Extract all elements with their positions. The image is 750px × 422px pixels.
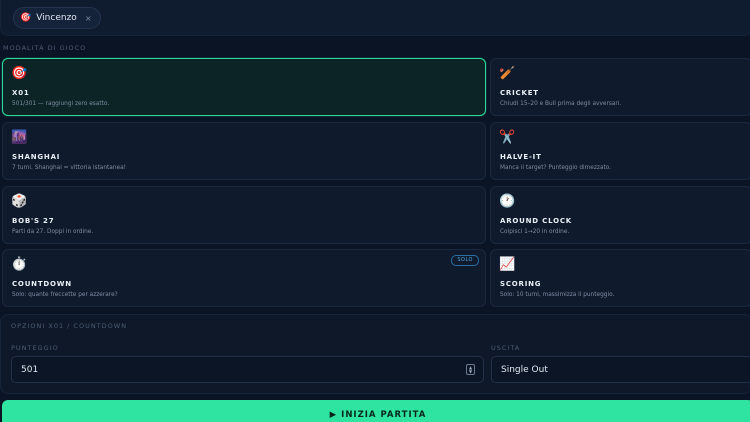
mode-card-cricket[interactable]: 🏏 CRICKET Chiudi 15–20 e Bull prima degl… xyxy=(490,58,750,116)
mode-card-countdown[interactable]: ⏱️ SOLO COUNTDOWN Solo: quante freccette… xyxy=(2,249,486,307)
mode-description: Manca il target? Punteggio dimezzato. xyxy=(500,165,612,171)
scissors-icon: ✂️ xyxy=(499,130,516,145)
remove-player-icon[interactable]: × xyxy=(85,14,92,23)
solo-badge: SOLO xyxy=(451,255,479,266)
cricket-bat-icon: 🏏 xyxy=(499,66,516,81)
target-icon: 🎯 xyxy=(11,66,28,81)
mode-title: BOB'S 27 xyxy=(12,217,55,225)
mode-description: Solo: quante freccette per azzerare? xyxy=(12,292,118,298)
mode-title: SCORING xyxy=(500,280,542,288)
score-value: 501 xyxy=(21,365,39,375)
mode-card-halve-it[interactable]: ✂️ HALVE-IT Manca il target? Punteggio d… xyxy=(490,122,750,180)
mode-description: 501/301 — raggiungi zero esatto. xyxy=(12,101,110,107)
mode-title: AROUND CLOCK xyxy=(500,217,573,225)
mode-title: CRICKET xyxy=(500,89,539,97)
mode-description: 7 turni. Shanghai = vittoria istantanea! xyxy=(12,165,126,171)
mode-card-bobs-27[interactable]: 🎲 BOB'S 27 Parti da 27. Doppi in ordine. xyxy=(2,186,486,244)
exit-label: USCITA xyxy=(491,344,521,352)
chart-up-icon: 📈 xyxy=(499,257,516,272)
mode-title: X01 xyxy=(12,89,30,97)
score-label: PUNTEGGIO xyxy=(11,344,59,352)
chevron-down-icon[interactable]: ▼ xyxy=(469,369,472,374)
options-section-label: OPZIONI X01 / COUNTDOWN xyxy=(11,322,128,330)
exit-select[interactable]: Single Out xyxy=(491,356,750,383)
target-icon: 🎯 xyxy=(20,12,32,23)
city-icon: 🌆 xyxy=(11,130,28,145)
mode-title: HALVE-IT xyxy=(500,153,542,161)
mode-card-around-clock[interactable]: 🕐 AROUND CLOCK Colpisci 1→20 in ordine. xyxy=(490,186,750,244)
start-game-button[interactable]: ▶ INIZIA PARTITA xyxy=(2,400,750,422)
mode-description: Colpisci 1→20 in ordine. xyxy=(500,229,570,235)
modes-section-label: MODALITÀ DI GIOCO xyxy=(3,44,87,52)
dice-icon: 🎲 xyxy=(11,194,28,209)
clock-icon: 🕐 xyxy=(499,194,516,209)
exit-value: Single Out xyxy=(501,365,548,375)
start-game-label: ▶ INIZIA PARTITA xyxy=(329,410,427,420)
players-panel: 🎯 Vincenzo × xyxy=(0,0,750,36)
mode-title: SHANGHAI xyxy=(12,153,61,161)
mode-description: Solo: 10 turni, massimizza il punteggio. xyxy=(500,292,615,298)
score-stepper[interactable]: ▲ ▼ xyxy=(466,364,475,375)
stopwatch-icon: ⏱️ xyxy=(11,257,28,272)
mode-card-shanghai[interactable]: 🌆 SHANGHAI 7 turni. Shanghai = vittoria … xyxy=(2,122,486,180)
game-setup-screen: 🎯 Vincenzo × MODALITÀ DI GIOCO 🎯 X01 501… xyxy=(0,0,750,422)
player-name: Vincenzo xyxy=(36,13,77,23)
mode-description: Parti da 27. Doppi in ordine. xyxy=(12,229,94,235)
score-input[interactable]: 501 ▲ ▼ xyxy=(11,356,484,383)
mode-card-x01[interactable]: 🎯 X01 501/301 — raggiungi zero esatto. xyxy=(2,58,486,116)
mode-card-scoring[interactable]: 📈 SCORING Solo: 10 turni, massimizza il … xyxy=(490,249,750,307)
mode-description: Chiudi 15–20 e Bull prima degli avversar… xyxy=(500,101,622,107)
mode-title: COUNTDOWN xyxy=(12,280,72,288)
player-chip[interactable]: 🎯 Vincenzo × xyxy=(13,7,101,29)
